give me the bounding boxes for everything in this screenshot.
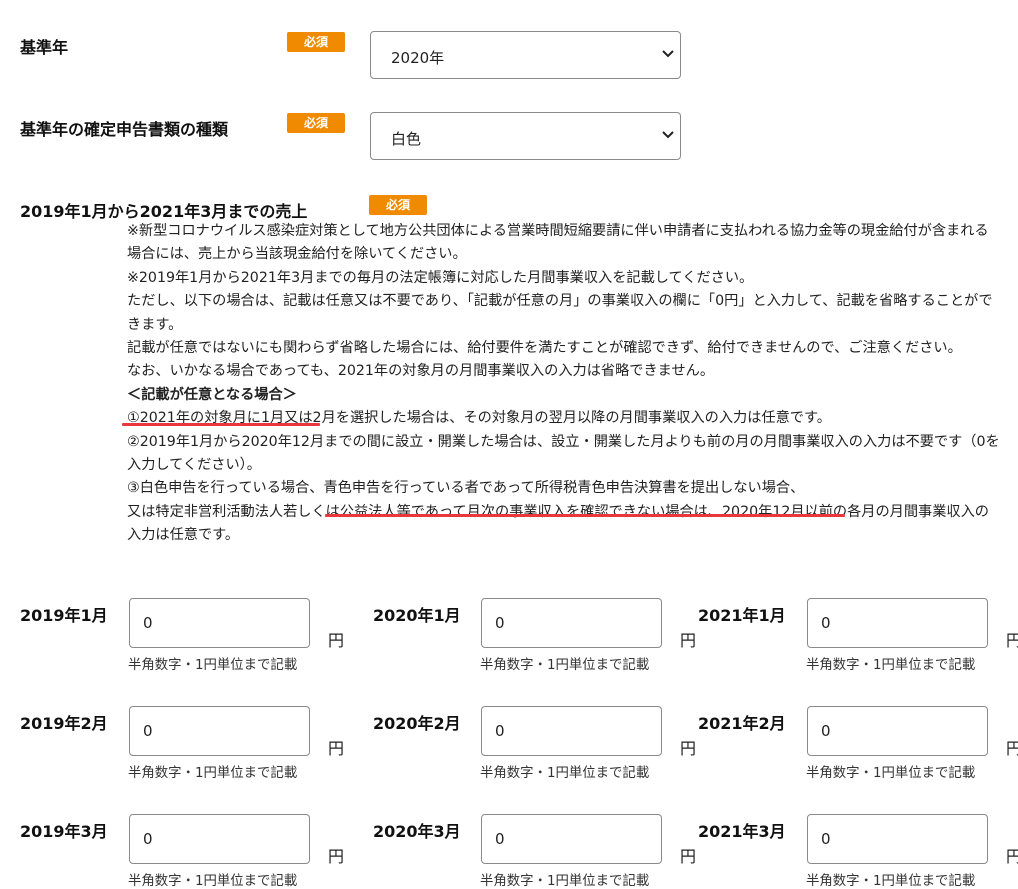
note-paragraph: 又は特定非営利活動法人若しくは公益法人等であって月次の事業収入を確認できない場合…: [127, 503, 989, 544]
month-label: 2020年3月: [373, 822, 461, 841]
month-revenue-input[interactable]: 0: [481, 706, 662, 756]
required-badge: 必須: [369, 195, 427, 215]
filing-type-select-value: 白色: [391, 130, 422, 148]
chevron-down-icon: [662, 50, 674, 58]
month-label: 2021年1月: [698, 606, 786, 625]
month-revenue-value: 0: [821, 830, 831, 848]
input-hint: 半角数字・1円単位まで記載: [480, 874, 650, 889]
month-revenue-input[interactable]: 0: [129, 706, 310, 756]
yen-unit: 円: [1006, 739, 1018, 758]
base-year-select[interactable]: 2020年: [370, 31, 681, 79]
month-revenue-value: 0: [143, 830, 153, 848]
yen-unit: 円: [680, 631, 697, 650]
base-year-select-value: 2020年: [391, 49, 445, 67]
month-revenue-value: 0: [821, 722, 831, 740]
note-paragraph: ただし、以下の場合は、記載は任意又は不要であり、「記載が任意の月」の事業収入の欄…: [127, 293, 993, 333]
input-hint: 半角数字・1円単位まで記載: [806, 874, 976, 889]
clause-highlight-underline: [325, 514, 845, 517]
input-hint: 半角数字・1円単位まで記載: [480, 658, 650, 673]
required-badge: 必須: [287, 32, 345, 52]
yen-unit: 円: [328, 847, 345, 866]
yen-unit: 円: [328, 631, 345, 650]
note-paragraph: ※2019年1月から2021年3月までの毎月の法定帳簿に対応した月間事業収入を記…: [127, 269, 754, 286]
yen-unit: 円: [680, 739, 697, 758]
month-revenue-value: 0: [821, 614, 831, 632]
month-revenue-input[interactable]: 0: [807, 814, 988, 864]
month-label: 2021年2月: [698, 714, 786, 733]
month-revenue-input[interactable]: 0: [807, 598, 988, 648]
month-revenue-value: 0: [495, 830, 505, 848]
month-revenue-input[interactable]: 0: [807, 706, 988, 756]
month-label: 2019年3月: [20, 822, 108, 841]
base-year-label: 基準年: [20, 38, 69, 57]
month-revenue-value: 0: [495, 614, 505, 632]
input-hint: 半角数字・1円単位まで記載: [480, 766, 650, 781]
filing-type-label: 基準年の確定申告書類の種類: [20, 120, 229, 139]
note-paragraph: ①2021年の対象月に1月又は2月を選択した場合は、その対象月の翌月以降の月間事…: [127, 410, 831, 427]
input-hint: 半角数字・1円単位まで記載: [806, 766, 976, 781]
input-hint: 半角数字・1円単位まで記載: [128, 766, 298, 781]
month-revenue-input[interactable]: 0: [481, 814, 662, 864]
chevron-down-icon: [662, 131, 674, 139]
sales-section-label: 2019年1月から2021年3月までの売上: [20, 202, 308, 221]
month-revenue-input[interactable]: 0: [481, 598, 662, 648]
filing-type-select[interactable]: 白色: [370, 112, 681, 160]
month-label: 2019年2月: [20, 714, 108, 733]
input-hint: 半角数字・1円単位まで記載: [128, 874, 298, 889]
note-paragraph: ②2019年1月から2020年12月までの間に設立・開業した場合は、設立・開業し…: [127, 433, 1000, 474]
sales-notes: ※新型コロナウイルス感染症対策として地方公共団体による営業時間短縮要請に伴い申請…: [127, 220, 1002, 548]
month-label: 2020年1月: [373, 606, 461, 625]
month-label: 2021年3月: [698, 822, 786, 841]
note-paragraph: ※新型コロナウイルス感染症対策として地方公共団体による営業時間短縮要請に伴い申請…: [127, 223, 989, 263]
heading-highlight-underline: [122, 423, 320, 426]
optional-cases-heading: ＜記載が任意となる場合＞: [127, 386, 297, 403]
note-paragraph: なお、いかなる場合であっても、2021年の対象月の月間事業収入の入力は省略できま…: [127, 363, 715, 380]
yen-unit: 円: [1006, 847, 1018, 866]
note-paragraph: 記載が任意ではないにも関わらず省略した場合には、給付要件を満たすことが確認できず…: [127, 340, 962, 357]
month-label: 2020年2月: [373, 714, 461, 733]
note-paragraph: ③白色申告を行っている場合、青色申告を行っている者であって所得税青色申告決算書を…: [127, 480, 805, 497]
month-revenue-input[interactable]: 0: [129, 598, 310, 648]
month-label: 2019年1月: [20, 606, 108, 625]
required-badge: 必須: [287, 113, 345, 133]
month-revenue-value: 0: [495, 722, 505, 740]
input-hint: 半角数字・1円単位まで記載: [128, 658, 298, 673]
month-revenue-value: 0: [143, 722, 153, 740]
yen-unit: 円: [328, 739, 345, 758]
yen-unit: 円: [680, 847, 697, 866]
input-hint: 半角数字・1円単位まで記載: [806, 658, 976, 673]
month-revenue-value: 0: [143, 614, 153, 632]
month-revenue-input[interactable]: 0: [129, 814, 310, 864]
yen-unit: 円: [1006, 631, 1018, 650]
